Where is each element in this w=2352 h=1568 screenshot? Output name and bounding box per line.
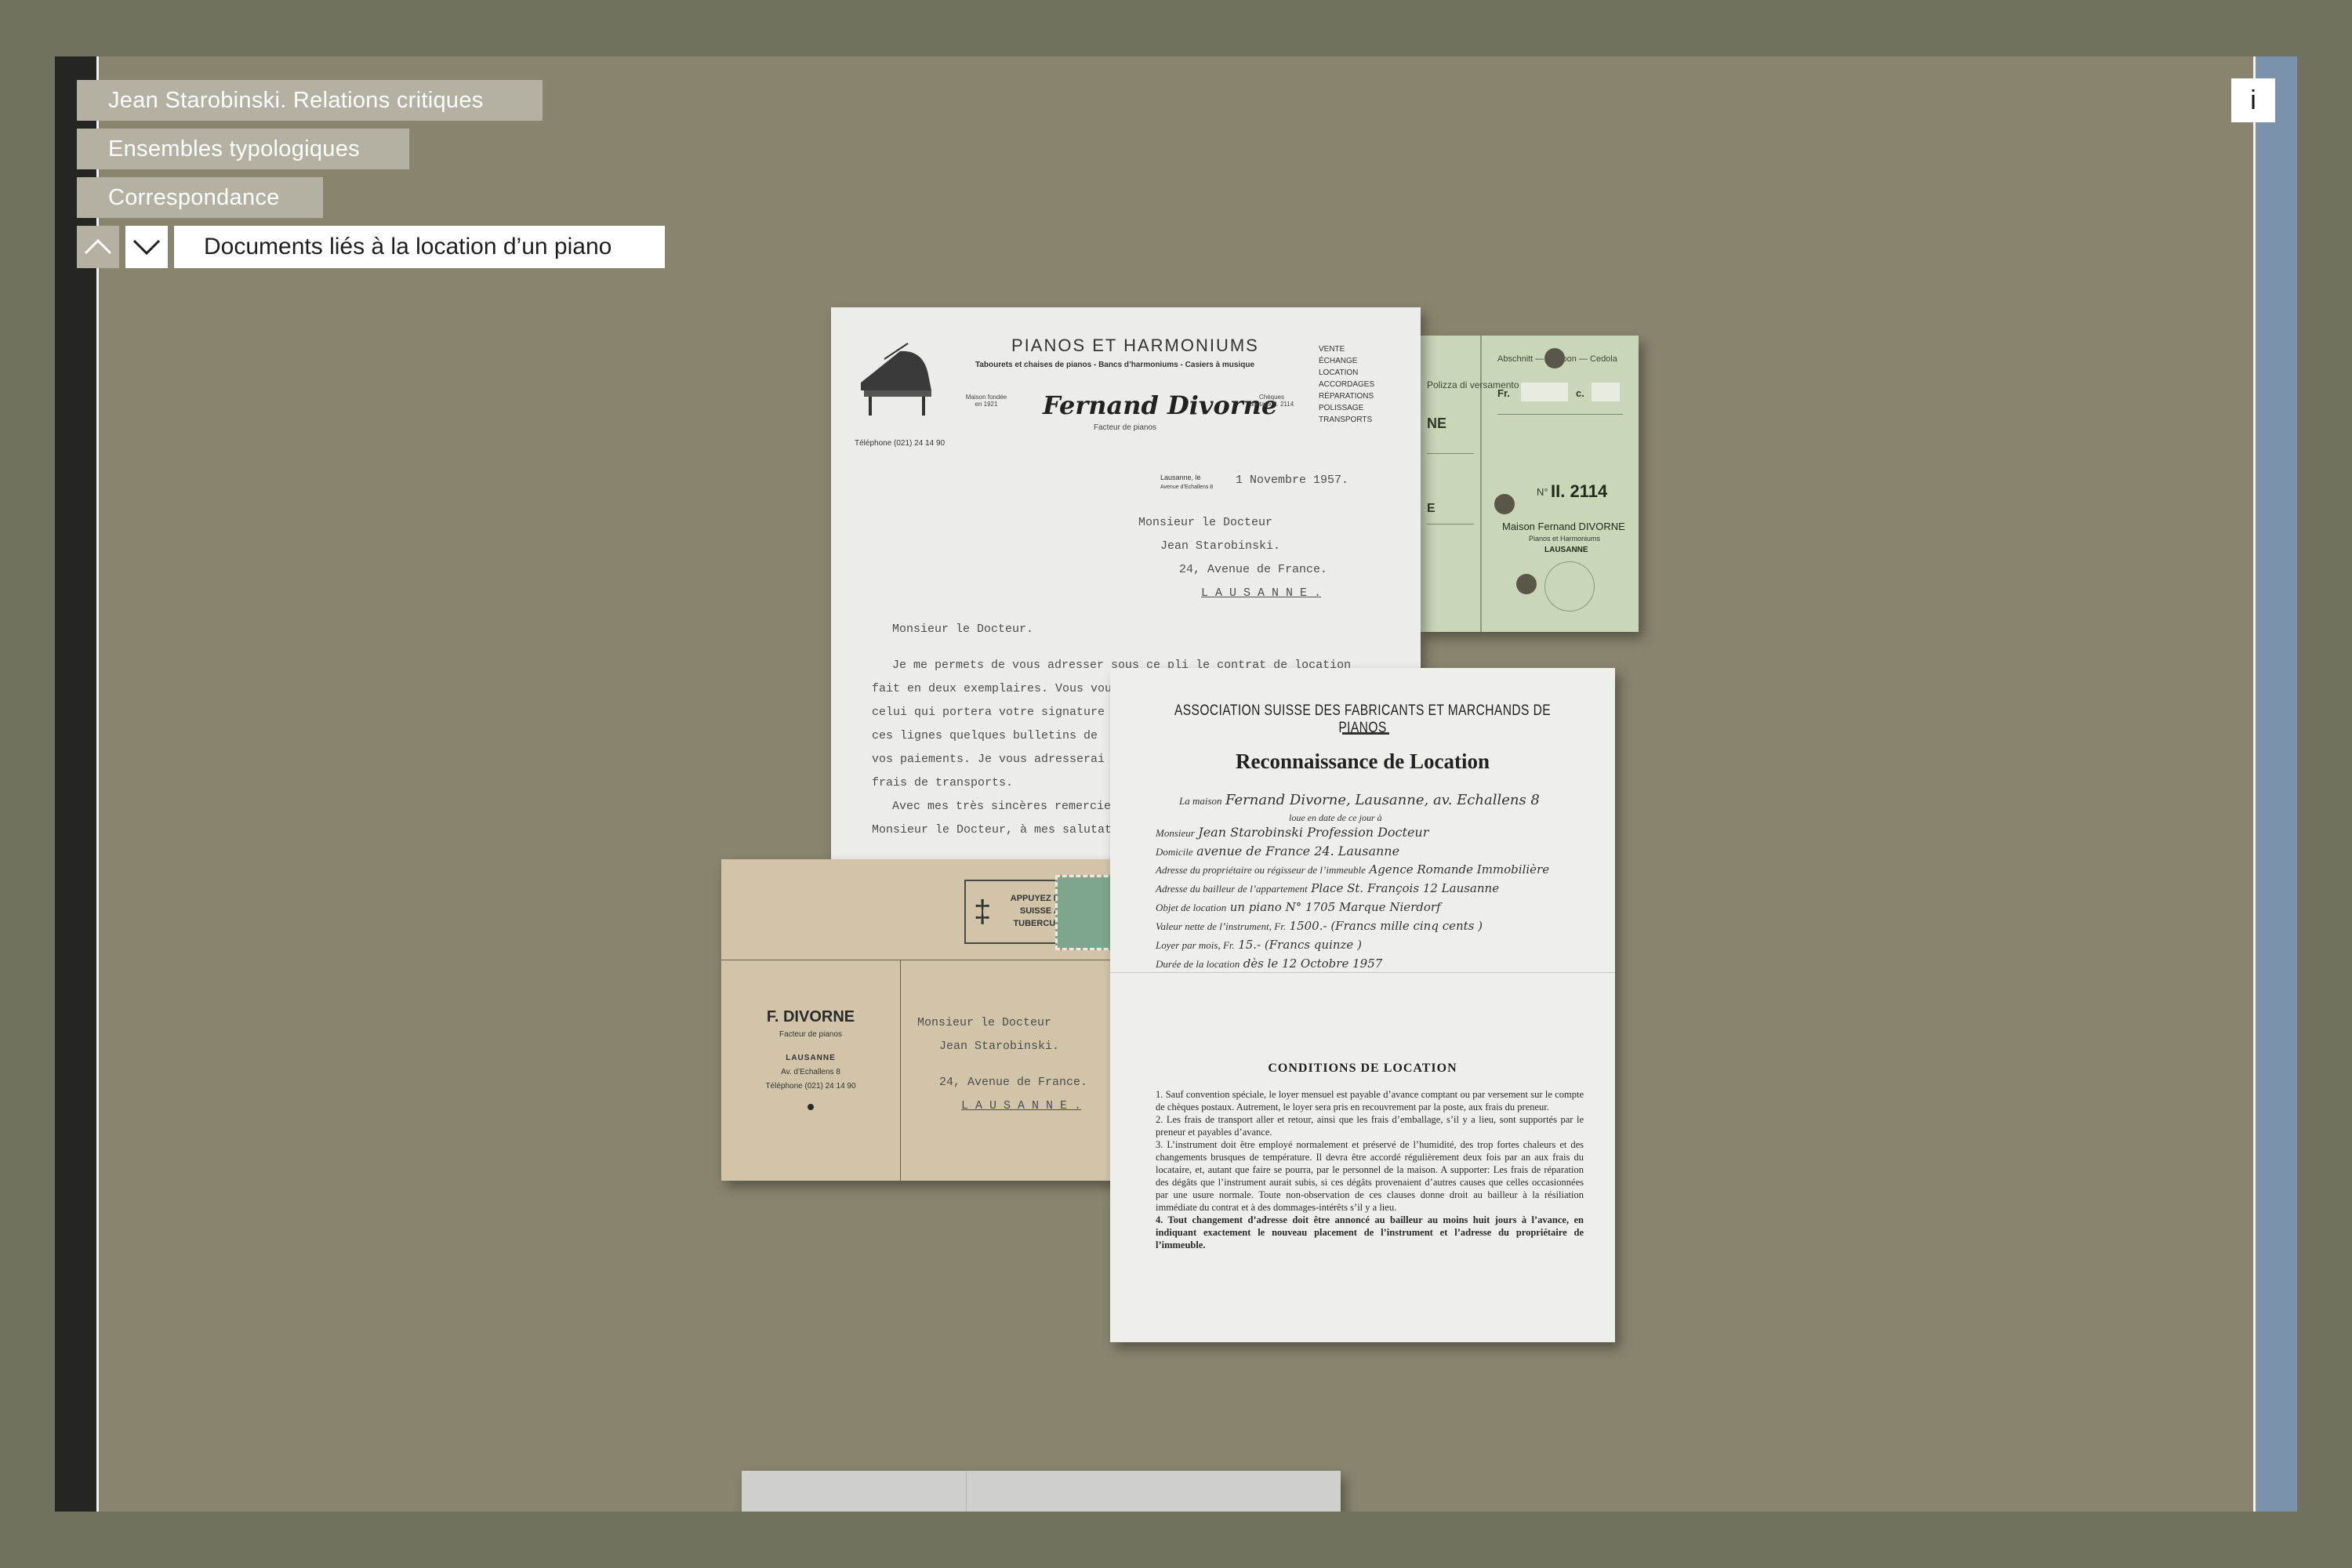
letterhead-brand: Fernand Divorne [1043,390,1278,420]
letter-date: 1 Novembre 1957. [1236,474,1349,487]
condition-item: 2. Les frais de transport aller et retou… [1156,1114,1584,1138]
next-button[interactable] [125,226,168,268]
contract-field-row: Adresse du bailleur de l’appartement Pla… [1156,881,1500,895]
letterhead-brand-sub: Facteur de pianos [1094,423,1157,432]
letter-body-line: Avec mes très sincères remercie [892,800,1112,813]
receipt-account-number: II. 2114 [1551,481,1608,501]
letterhead-postal: Chèques postaux II. 2114 [1249,394,1294,408]
letter-salutation: Monsieur le Docteur. [892,622,1034,636]
contract-field-row: Valeur nette de l’instrument, Fr. 1500.-… [1156,919,1483,933]
envelope-addr: Av. d’Echallens 8 [781,1068,840,1076]
receipt-city: LAUSANNE [1544,546,1588,554]
contract-title: Reconnaissance de Location [1236,750,1490,773]
previous-button[interactable] [77,226,119,268]
letter-addressee-2: Jean Starobinski. [1160,539,1281,553]
next-document-preview[interactable] [742,1471,1341,1512]
letter-body-line: frais de transports. [872,776,1014,789]
breadcrumb-category[interactable]: Correspondance [77,177,323,218]
grand-piano-icon [861,343,931,416]
chevron-up-icon [84,238,112,255]
condition-item: 1. Sauf convention spéciale, le loyer me… [1156,1089,1584,1112]
letterhead-services: VENTE ÉCHANGE LOCATION ACCORDAGES RÉPARATION… [1319,345,1375,424]
chevron-down-icon [132,239,161,256]
receipt-label-no: N° [1537,486,1548,498]
letterhead-phone: Téléphone (021) 24 14 90 [855,439,946,448]
contract-field-row: La maison Fernand Divorne, Lausanne, av.… [1179,792,1540,808]
letterhead-founded: Maison fondée en 1921 [965,394,1007,408]
contract-field-row: Objet de location un piano N° 1705 Marqu… [1156,900,1441,914]
letter-addressee-3: 24, Avenue de France. [1179,563,1328,576]
letter-place: Lausanne, le [1160,474,1201,481]
letterhead-subheading: Tabourets et chaises de pianos - Bancs d… [975,361,1255,369]
envelope-recipient-2: Jean Starobinski. [939,1040,1060,1053]
letter-place-addr: Avenue d’Echallens 8 [1160,485,1214,490]
letter-body-line: vos paiements. Je vous adresserai [872,753,1105,766]
breadcrumb-collection[interactable]: Jean Starobinski. Relations critiques [77,80,543,121]
letter-body-line: fait en deux exemplaires. Vous vou [872,682,1112,695]
letter-body-line: Monsieur le Docteur, à mes salutat [872,823,1112,837]
letter-addressee-1: Monsieur le Docteur [1138,516,1273,529]
payment-receipt[interactable]: Abschnitt — Coupon — Cedola Polizza di v… [1419,336,1639,632]
conditions-title: CONDITIONS DE LOCATION [1268,1062,1457,1075]
envelope-phone: Téléphone (021) 24 14 90 [765,1082,856,1091]
envelope-sender-sub: Facteur de pianos [779,1030,843,1039]
current-item-title: Documents liés à la location d’un piano [174,226,665,268]
receipt-payee: Maison Fernand DIVORNE [1502,521,1625,532]
contract-field-row: Durée de la location dès le 12 Octobre 1… [1156,956,1383,971]
envelope-sender: F. DIVORNE [766,1008,855,1025]
right-rail[interactable] [2253,56,2297,1512]
contract-field-row: loue en date de ce jour à [1289,812,1382,823]
contract-field-row: Monsieur Jean Starobinski Profession Doc… [1156,825,1429,840]
viewer-frame: Jean Starobinski. Relations critiques En… [55,56,2297,1512]
rental-contract[interactable]: ASSOCIATION SUISSE DES FABRICANTS ET MAR… [1110,668,1615,1342]
condition-item: 3. L’instrument doit être employé normal… [1156,1139,1584,1213]
breadcrumb-section[interactable]: Ensembles typologiques [77,129,409,169]
contract-field-row: Loyer par mois, Fr. 15.- (Francs quinze … [1156,938,1362,952]
envelope-recipient-1: Monsieur le Docteur [917,1016,1052,1029]
receipt-label-c: c. [1576,387,1584,399]
envelope-recipient-4: L A U S A N N E . [961,1099,1082,1112]
receipt-payee-sub: Pianos et Harmoniums [1529,535,1601,543]
contract-field-row: Adresse du propriétaire ou régisseur de … [1156,862,1550,877]
envelope-recipient-3: 24, Avenue de France. [939,1076,1088,1089]
condition-item: 4. Tout changement d’adresse doit être a… [1156,1214,1584,1250]
conditions-list: 1. Sauf convention spéciale, le loyer me… [1156,1088,1584,1251]
info-button[interactable]: i [2231,78,2275,122]
contract-field-row: Domicile avenue de France 24. Lausanne [1156,844,1400,858]
envelope[interactable]: ‡ APPUYEZ L’AIDE SUISSE AUX TUBERCULEUX … [721,859,1129,1181]
letterhead-heading: PIANOS ET HARMONIUMS [1011,336,1259,355]
left-rail[interactable] [55,56,99,1512]
envelope-city: LAUSANNE [786,1054,836,1062]
receipt-label-fr: Fr. [1497,387,1510,399]
letter-body-line: ces lignes quelques bulletins de [872,729,1098,742]
letter-body-line: celui qui portera votre signature [872,706,1105,719]
letter-addressee-4: L A U S A N N E . [1201,586,1322,600]
